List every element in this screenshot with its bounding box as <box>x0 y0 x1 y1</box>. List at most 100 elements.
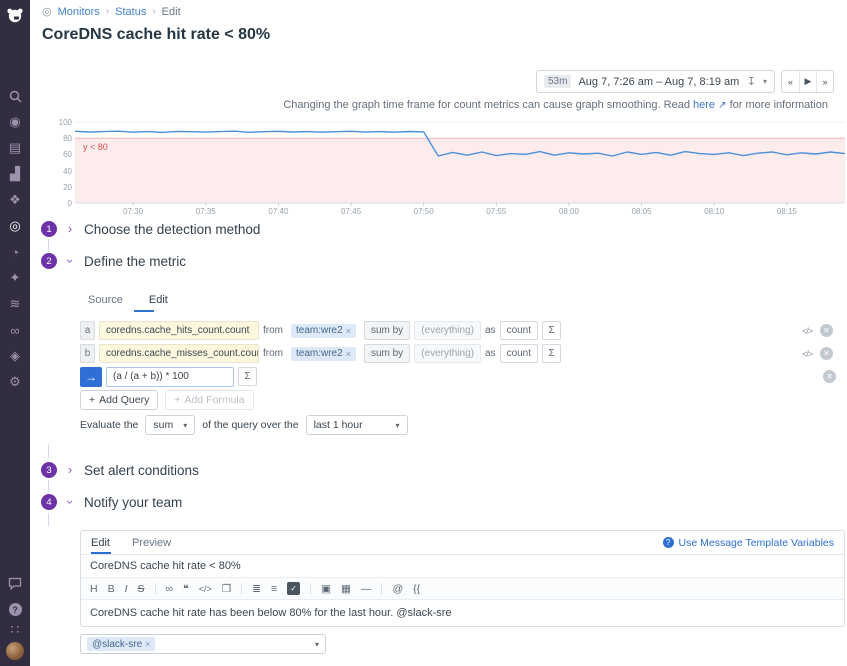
remove-recipient-icon[interactable]: × <box>145 639 150 649</box>
group-by-input[interactable]: (everything) <box>414 321 481 340</box>
pin-icon[interactable]: ↧ <box>747 75 756 88</box>
strikethrough-icon[interactable]: S <box>138 583 145 595</box>
sigma-button[interactable]: Σ <box>542 344 561 363</box>
notice-text: Changing the graph time frame for count … <box>283 99 690 111</box>
code-icon[interactable]: </> <box>199 583 212 595</box>
checkbox-icon[interactable]: ✓ <box>287 582 300 595</box>
x-axis-tick: 08:00 <box>551 207 587 216</box>
tab-edit[interactable]: Edit <box>149 294 168 306</box>
help-icon[interactable]: ? <box>9 603 22 616</box>
image-icon[interactable]: ▣ <box>321 583 331 595</box>
add-query-button[interactable]: + Add Query <box>80 390 158 410</box>
metric-name-input[interactable]: coredns.cache_misses_count.count <box>99 344 259 363</box>
delete-query-icon[interactable]: ✕ <box>820 324 833 337</box>
step-1-header[interactable]: Choose the detection method <box>84 222 260 237</box>
query-row-b: b coredns.cache_misses_count.count from … <box>80 344 561 363</box>
formula-input[interactable]: (a / (a + b)) * 100 <box>106 367 234 387</box>
evaluate-fn-select[interactable]: sum ▾ <box>145 415 195 435</box>
bold-icon[interactable]: B <box>108 583 115 595</box>
step-3-badge: 3 <box>41 462 57 478</box>
bullet-list-icon[interactable]: ≣ <box>252 583 261 595</box>
code-view-icon[interactable]: </> <box>802 349 812 359</box>
here-link[interactable]: here <box>693 99 715 111</box>
breadcrumb-monitors[interactable]: Monitors <box>58 6 100 18</box>
hr-icon[interactable]: — <box>361 583 372 595</box>
security-icon[interactable]: ◈ <box>0 343 30 369</box>
table-icon[interactable]: ▦ <box>341 583 351 595</box>
quote-icon[interactable]: ❝ <box>183 583 189 595</box>
breadcrumb-status[interactable]: Status <box>115 6 146 18</box>
chevron-down-icon[interactable]: › <box>63 496 77 508</box>
step-4-header[interactable]: Notify your team <box>84 495 182 510</box>
sigma-button[interactable]: Σ <box>542 321 561 340</box>
settings-icon[interactable]: ⚙ <box>0 369 30 395</box>
remove-tag-icon[interactable]: × <box>346 326 351 336</box>
add-formula-button[interactable]: + Add Formula <box>165 390 253 410</box>
chevron-down-icon: ▾ <box>396 421 400 430</box>
breadcrumb-separator: › <box>152 6 155 17</box>
datadog-logo[interactable] <box>5 5 25 25</box>
step-2-badge: 2 <box>41 253 57 269</box>
synthetics-icon[interactable]: ∞ <box>0 317 30 343</box>
divider <box>310 583 311 595</box>
group-by-input[interactable]: (everything) <box>414 344 481 363</box>
italic-icon[interactable]: I <box>125 583 128 595</box>
sidebar-bottom: ?∷ <box>6 577 24 660</box>
template-braces-icon[interactable]: {{ <box>413 583 420 595</box>
mention-icon[interactable]: @ <box>392 583 403 595</box>
sum-by-button[interactable]: sum by <box>364 321 410 340</box>
evaluate-fn-value: sum <box>153 419 173 431</box>
time-nav: « ▶ » <box>781 70 834 93</box>
sigma-button[interactable]: Σ <box>238 367 257 386</box>
y-axis-tick: 0 <box>40 199 72 208</box>
x-axis-tick: 07:40 <box>260 207 296 216</box>
step-3-header[interactable]: Set alert conditions <box>84 463 199 478</box>
scope-tag[interactable]: team:wre2 × <box>291 324 356 338</box>
time-play-button[interactable]: ▶ <box>799 71 816 92</box>
chevron-down-icon[interactable]: ▾ <box>763 77 767 86</box>
heading-icon[interactable]: H <box>90 583 98 595</box>
step-connector <box>48 480 49 493</box>
apm-icon[interactable]: ◔ <box>0 239 30 265</box>
scope-tag[interactable]: team:wre2 × <box>291 347 356 361</box>
time-forward-button[interactable]: » <box>816 71 833 92</box>
numbered-list-icon[interactable]: ≡ <box>271 583 277 595</box>
code-view-icon[interactable]: </> <box>802 326 812 336</box>
logs-icon[interactable]: ≋ <box>0 291 30 317</box>
as-count-button[interactable]: count <box>500 344 538 363</box>
search-icon[interactable] <box>0 83 30 109</box>
tab-message-edit[interactable]: Edit <box>91 537 110 549</box>
sum-by-button[interactable]: sum by <box>364 344 410 363</box>
snippet-icon[interactable]: ❐ <box>222 583 231 595</box>
message-title-input[interactable]: CoreDNS cache hit rate < 80% <box>81 555 844 578</box>
delete-formula-icon[interactable]: ✕ <box>823 370 836 383</box>
remove-tag-icon[interactable]: × <box>346 349 351 359</box>
chevron-right-icon[interactable]: › <box>64 222 76 236</box>
chevron-down-icon[interactable]: › <box>63 255 77 267</box>
apps-icon[interactable]: ∷ <box>11 624 20 634</box>
notebooks-icon[interactable]: ✦ <box>0 265 30 291</box>
chevron-right-icon[interactable]: › <box>64 463 76 477</box>
template-variables-link[interactable]: ? Use Message Template Variables <box>663 537 834 549</box>
chevron-down-icon[interactable]: ▾ <box>315 640 319 649</box>
notify-recipients-select[interactable]: @slack-sre × ▾ <box>80 634 326 654</box>
step-2-header[interactable]: Define the metric <box>84 254 186 269</box>
tab-source[interactable]: Source <box>88 294 123 306</box>
formula-row-actions: ✕ <box>823 367 836 386</box>
chat-icon[interactable] <box>8 577 22 595</box>
time-range-picker[interactable]: 53m Aug 7, 7:26 am – Aug 7, 8:19 am ↧ ▾ <box>536 70 775 93</box>
monitor-status-icon: ◎ <box>42 5 52 18</box>
evaluate-window-select[interactable]: last 1 hour ▾ <box>306 415 408 435</box>
recipient-tag[interactable]: @slack-sre × <box>87 637 155 651</box>
tab-message-preview[interactable]: Preview <box>132 537 171 549</box>
message-body-input[interactable]: CoreDNS cache hit rate has been below 80… <box>81 600 844 626</box>
avatar[interactable] <box>6 642 24 660</box>
divider <box>381 583 382 595</box>
link-icon[interactable]: ∞ <box>166 583 174 595</box>
time-back-button[interactable]: « <box>782 71 799 92</box>
metric-name-input[interactable]: coredns.cache_hits_count.count <box>99 321 259 340</box>
as-count-button[interactable]: count <box>500 321 538 340</box>
delete-query-icon[interactable]: ✕ <box>820 347 833 360</box>
plus-icon: + <box>89 394 95 406</box>
tag-text: team:wre2 <box>296 348 343 359</box>
